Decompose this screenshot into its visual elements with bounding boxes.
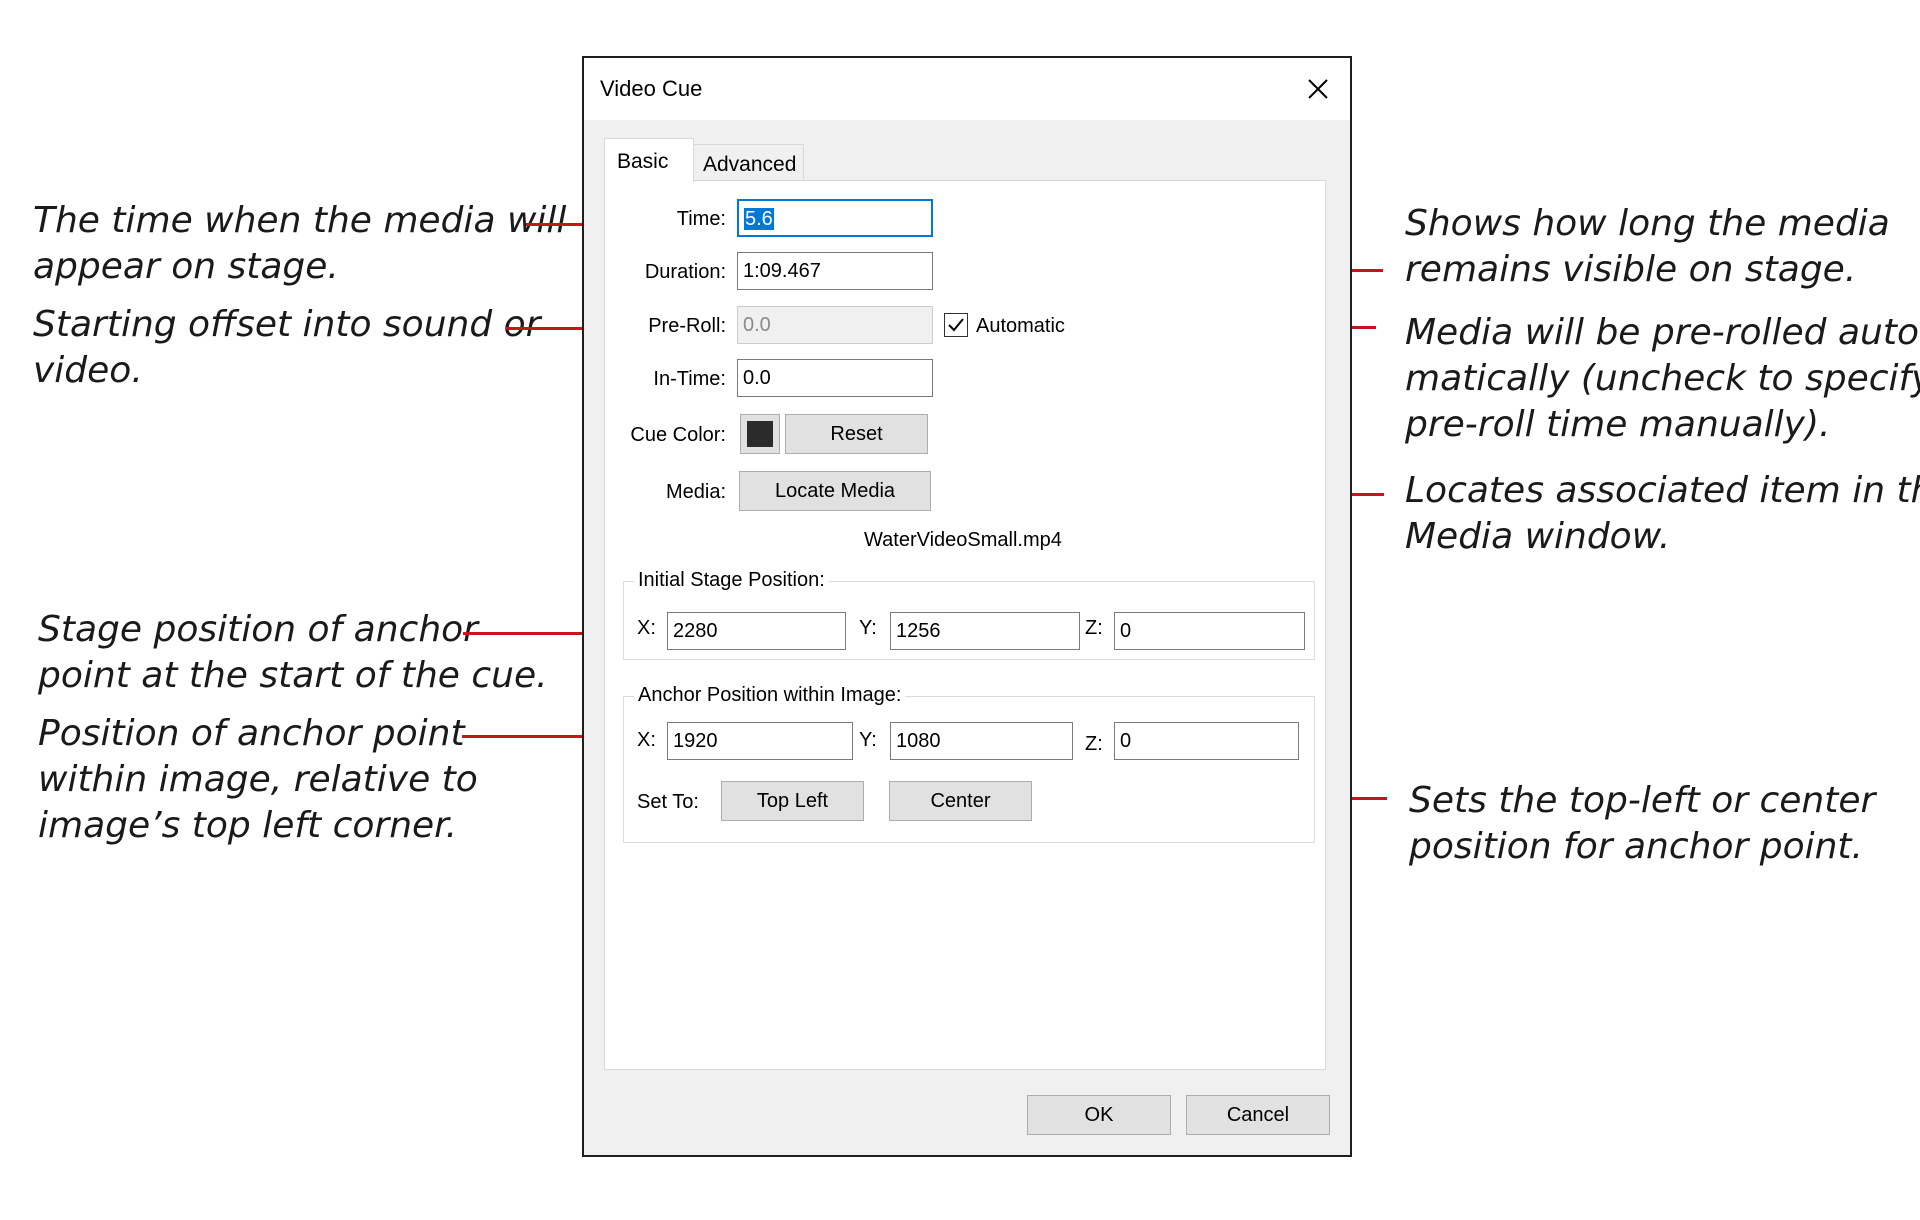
cue-color-swatch[interactable] bbox=[740, 414, 780, 454]
cue-color-label: Cue Color: bbox=[630, 424, 726, 446]
annotation-stage-position: Stage position of anchor point at the sta… bbox=[38, 609, 548, 696]
automatic-checkbox[interactable] bbox=[944, 313, 968, 337]
preroll-label: Pre-Roll: bbox=[648, 315, 726, 337]
annotation-set-to: Sets the top-left or center position for … bbox=[1409, 780, 1876, 867]
close-button[interactable] bbox=[1286, 58, 1350, 120]
duration-field[interactable]: 1:09.467 bbox=[737, 252, 933, 290]
annotation-time: The time when the media will appear on st… bbox=[33, 200, 567, 287]
stage-y-label: Y: bbox=[859, 617, 877, 639]
stage-x-field[interactable]: 2280 bbox=[667, 612, 846, 650]
intime-field[interactable]: 0.0 bbox=[737, 359, 933, 397]
reset-button[interactable]: Reset bbox=[785, 414, 928, 454]
annotation-automatic: Media will be pre-rolled auto-matically … bbox=[1405, 312, 1920, 445]
duration-label: Duration: bbox=[644, 261, 726, 283]
time-value: 5.6 bbox=[744, 208, 774, 230]
time-field[interactable]: 5.6 bbox=[737, 199, 933, 237]
anchor-y-label: Y: bbox=[859, 729, 877, 751]
time-label: Time: bbox=[676, 208, 726, 230]
stage-x-label: X: bbox=[637, 617, 656, 639]
anchor-z-field[interactable]: 0 bbox=[1114, 722, 1299, 760]
title-bar: Video Cue bbox=[584, 58, 1350, 120]
anchor-z-label: Z: bbox=[1085, 733, 1103, 755]
checkmark-icon bbox=[948, 318, 964, 332]
media-filename: WaterVideoSmall.mp4 bbox=[864, 529, 1062, 551]
media-label: Media: bbox=[665, 481, 726, 503]
intime-label: In-Time: bbox=[653, 368, 726, 390]
annotation-duration: Shows how long the media remains visible … bbox=[1405, 203, 1890, 290]
ok-button[interactable]: OK bbox=[1027, 1095, 1171, 1135]
cancel-button[interactable]: Cancel bbox=[1186, 1095, 1330, 1135]
annotation-locate-media: Locates associated item in the Media wind… bbox=[1405, 470, 1920, 557]
cue-color-fill bbox=[747, 421, 773, 447]
tab-advanced[interactable]: Advanced bbox=[692, 144, 804, 182]
dialog-title: Video Cue bbox=[600, 76, 703, 101]
tab-basic[interactable]: Basic bbox=[604, 138, 694, 182]
locate-media-button[interactable]: Locate Media bbox=[739, 471, 931, 511]
stage-z-field[interactable]: 0 bbox=[1114, 612, 1305, 650]
close-icon bbox=[1308, 79, 1328, 99]
top-left-button[interactable]: Top Left bbox=[721, 781, 864, 821]
set-to-label: Set To: bbox=[637, 791, 699, 813]
initial-stage-position-title: Initial Stage Position: bbox=[634, 569, 829, 592]
center-button[interactable]: Center bbox=[889, 781, 1032, 821]
stage-z-label: Z: bbox=[1085, 617, 1103, 639]
automatic-label[interactable]: Automatic bbox=[976, 315, 1065, 338]
anchor-position-title: Anchor Position within Image: bbox=[634, 684, 906, 707]
anchor-x-field[interactable]: 1920 bbox=[667, 722, 853, 760]
annotation-anchor-position: Position of anchor point within image, re… bbox=[38, 713, 478, 846]
stage-y-field[interactable]: 1256 bbox=[890, 612, 1080, 650]
anchor-x-label: X: bbox=[637, 729, 656, 751]
anchor-y-field[interactable]: 1080 bbox=[890, 722, 1073, 760]
preroll-field: 0.0 bbox=[737, 306, 933, 344]
annotation-offset: Starting offset into sound or video. bbox=[33, 304, 541, 391]
